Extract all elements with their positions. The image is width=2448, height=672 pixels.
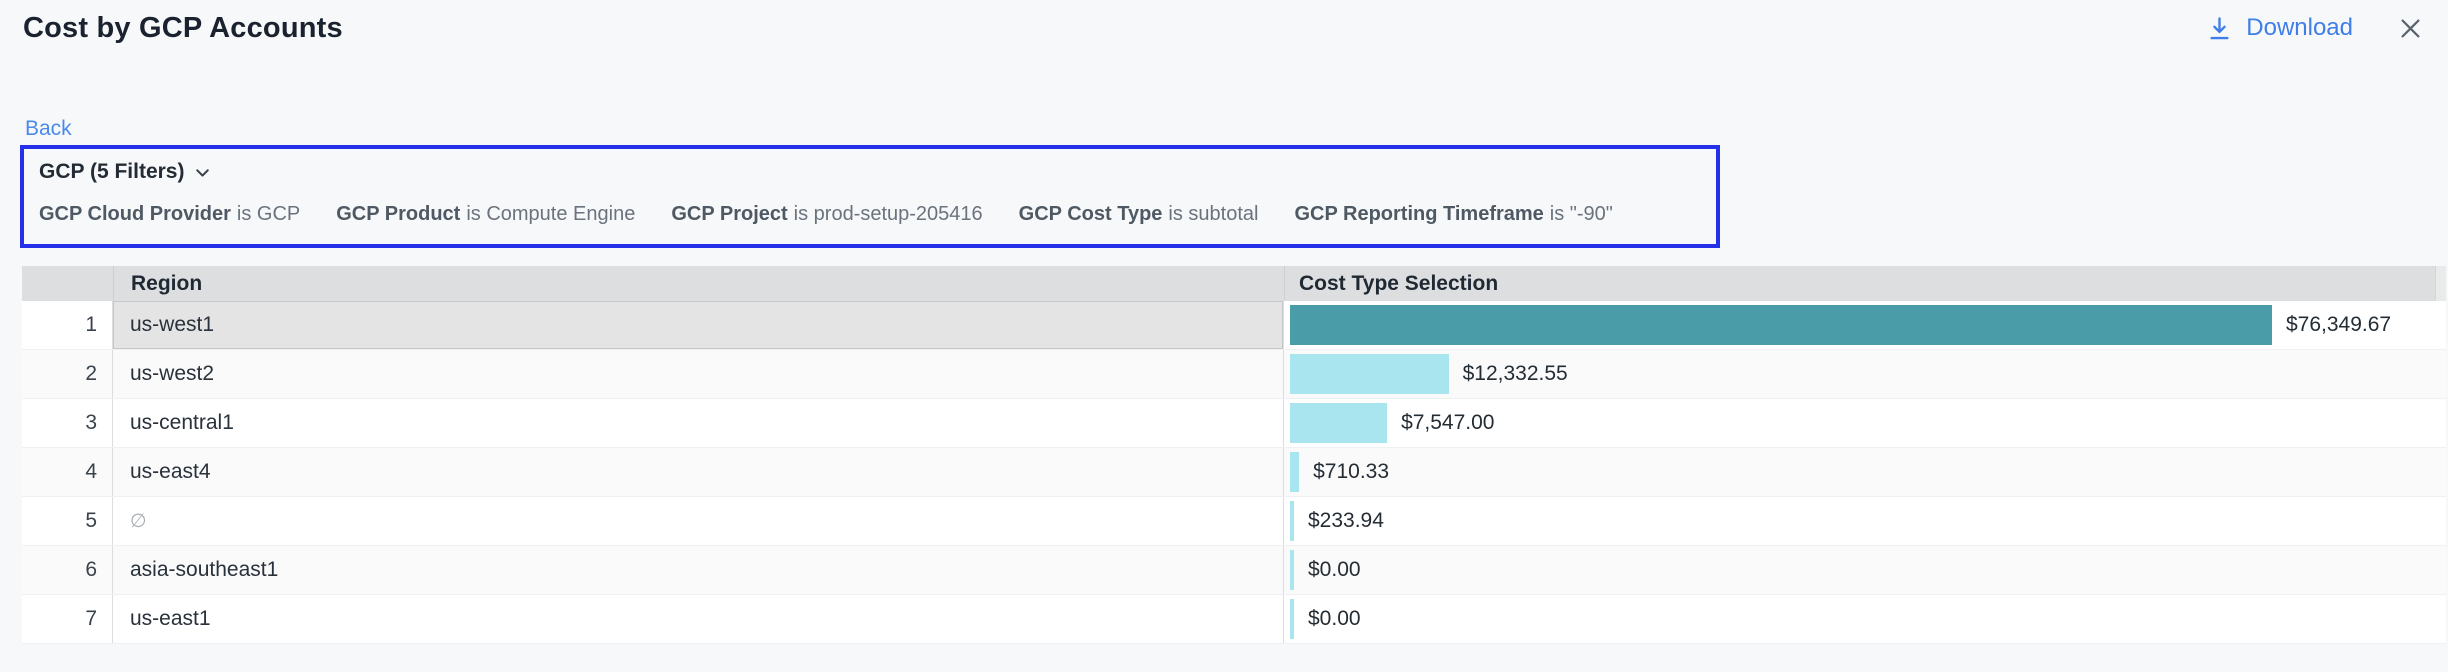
filter-condition: is subtotal	[1168, 203, 1258, 225]
filter-condition: is prod-setup-205416	[794, 203, 983, 225]
filter-condition: is GCP	[237, 203, 300, 225]
cost-bar	[1290, 305, 2272, 345]
cost-value: $76,349.67	[2286, 313, 2391, 337]
download-button[interactable]: Download	[2206, 14, 2353, 42]
cost-cell[interactable]: $7,547.00	[1284, 399, 2446, 447]
cost-bar	[1290, 452, 1299, 492]
cost-value: $7,547.00	[1401, 411, 1494, 435]
table-row[interactable]: 2us-west2 $12,332.55	[22, 350, 2446, 399]
filter-name: GCP Cost Type	[1019, 203, 1163, 225]
back-link[interactable]: Back	[25, 117, 72, 141]
row-number: 6	[22, 546, 113, 594]
cost-bar	[1290, 599, 1294, 639]
row-number: 4	[22, 448, 113, 496]
cost-value: $233.94	[1308, 509, 1384, 533]
results-table: Region Cost Type Selection 1us-west1 $76,…	[22, 266, 2446, 644]
filter-item: GCP Cloud Provider is GCP	[39, 203, 300, 226]
region-cell[interactable]: us-west2	[113, 350, 1284, 398]
table-header: Region Cost Type Selection	[22, 266, 2446, 301]
cost-cell[interactable]: $0.00	[1284, 595, 2446, 643]
cost-cell[interactable]: $76,349.67	[1284, 301, 2446, 349]
region-cell[interactable]: us-central1	[113, 399, 1284, 447]
cost-value: $0.00	[1308, 558, 1361, 582]
filter-summary-toggle[interactable]: GCP (5 Filters)	[39, 160, 213, 184]
row-number: 1	[22, 301, 113, 349]
table-row[interactable]: 6asia-southeast1 $0.00	[22, 546, 2446, 595]
row-number: 3	[22, 399, 113, 447]
region-cell[interactable]: us-west1	[113, 301, 1284, 349]
region-cell[interactable]: us-east4	[113, 448, 1284, 496]
region-cell[interactable]: asia-southeast1	[113, 546, 1284, 594]
filter-condition: is "-90"	[1550, 203, 1613, 225]
close-icon	[2397, 15, 2424, 42]
row-number-column-header	[22, 266, 113, 301]
filter-name: GCP Reporting Timeframe	[1294, 203, 1543, 225]
close-button[interactable]	[2397, 15, 2424, 42]
table-body: 1us-west1$76,349.672us-west2$12,332.553u…	[22, 301, 2446, 644]
cost-bar	[1290, 403, 1387, 443]
filter-name: GCP Cloud Provider	[39, 203, 231, 225]
cost-cell[interactable]: $233.94	[1284, 497, 2446, 545]
cost-bar	[1290, 550, 1294, 590]
download-label: Download	[2246, 14, 2353, 42]
cost-cell[interactable]: $710.33	[1284, 448, 2446, 496]
download-icon	[2206, 15, 2233, 42]
header-actions: Download	[2206, 14, 2424, 42]
filter-name: GCP Product	[336, 203, 460, 225]
cost-cell[interactable]: $0.00	[1284, 546, 2446, 594]
cost-bar	[1290, 501, 1294, 541]
table-row[interactable]: 3us-central1 $7,547.00	[22, 399, 2446, 448]
cost-column-header[interactable]: Cost Type Selection	[1284, 266, 2446, 301]
table-row[interactable]: 5∅ $233.94	[22, 497, 2446, 546]
filter-condition: is Compute Engine	[466, 203, 635, 225]
region-column-header[interactable]: Region	[113, 266, 1284, 301]
filter-summary-label: GCP (5 Filters)	[39, 160, 184, 184]
region-cell[interactable]: us-east1	[113, 595, 1284, 643]
filter-name: GCP Project	[671, 203, 787, 225]
filter-list: GCP Cloud Provider is GCP GCP Product is C…	[39, 203, 1701, 226]
row-number: 7	[22, 595, 113, 643]
cost-cell[interactable]: $12,332.55	[1284, 350, 2446, 398]
table-row[interactable]: 7us-east1 $0.00	[22, 595, 2446, 644]
cost-value: $710.33	[1313, 460, 1389, 484]
region-cell[interactable]: ∅	[113, 497, 1284, 545]
table-row[interactable]: 1us-west1 $76,349.67	[22, 301, 2446, 350]
chevron-down-icon	[192, 162, 213, 183]
row-number: 2	[22, 350, 113, 398]
table-row[interactable]: 4us-east4 $710.33	[22, 448, 2446, 497]
cost-value: $0.00	[1308, 607, 1361, 631]
filter-item: GCP Product is Compute Engine	[336, 203, 635, 226]
filter-item: GCP Reporting Timeframe is "-90"	[1294, 203, 1612, 226]
filter-item: GCP Project is prod-setup-205416	[671, 203, 982, 226]
cost-value: $12,332.55	[1463, 362, 1568, 386]
row-number: 5	[22, 497, 113, 545]
cost-bar	[1290, 354, 1449, 394]
page-title: Cost by GCP Accounts	[23, 12, 343, 45]
filter-item: GCP Cost Typeis subtotal	[1019, 203, 1259, 226]
filter-panel: GCP (5 Filters) GCP Cloud Provider is GCP…	[20, 145, 1720, 248]
